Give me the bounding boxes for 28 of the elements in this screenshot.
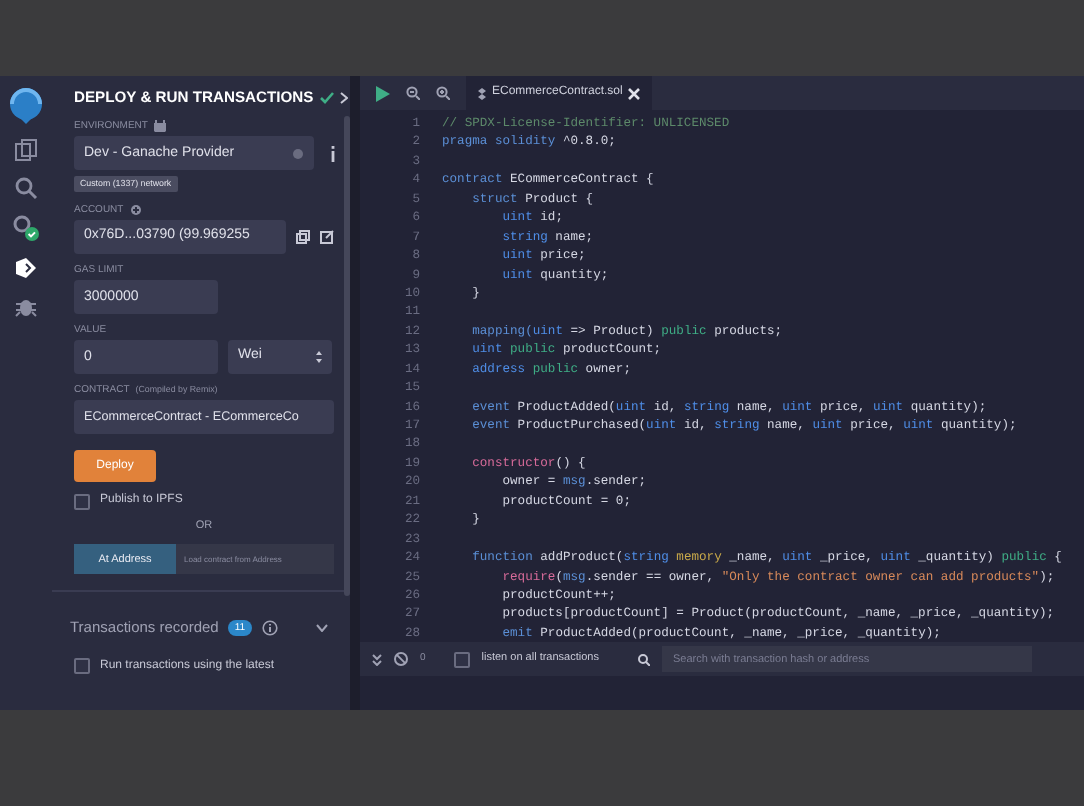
plug-icon	[153, 120, 166, 133]
collapse-icon[interactable]	[372, 653, 382, 665]
compiler-check-icon[interactable]	[12, 214, 40, 242]
chevron-down-icon[interactable]	[315, 623, 328, 632]
search-icon[interactable]	[14, 176, 38, 200]
copy-icon[interactable]	[296, 230, 310, 245]
checkbox[interactable]	[74, 493, 90, 510]
zoom-out-icon[interactable]	[406, 86, 420, 100]
chevron-right-icon[interactable]	[339, 91, 348, 104]
bug-icon[interactable]	[14, 294, 38, 318]
solidity-icon	[478, 87, 486, 99]
headset-logo-icon[interactable]	[6, 84, 46, 124]
close-icon[interactable]	[628, 87, 641, 99]
checkbox[interactable]	[453, 651, 470, 667]
clear-icon[interactable]	[394, 652, 408, 666]
info-icon[interactable]	[261, 619, 278, 636]
info-icon[interactable]	[330, 145, 336, 162]
search-icon	[638, 653, 651, 665]
updown-icon	[316, 350, 322, 365]
files-icon[interactable]	[14, 138, 38, 162]
deploy-icon[interactable]	[14, 256, 38, 280]
zoom-in-icon[interactable]	[436, 86, 450, 100]
checkbox[interactable]	[74, 658, 90, 675]
check-icon	[319, 91, 334, 104]
edit-icon[interactable]	[320, 230, 334, 245]
add-icon[interactable]	[129, 204, 142, 217]
status-icon	[292, 147, 304, 160]
play-icon[interactable]	[376, 85, 390, 101]
